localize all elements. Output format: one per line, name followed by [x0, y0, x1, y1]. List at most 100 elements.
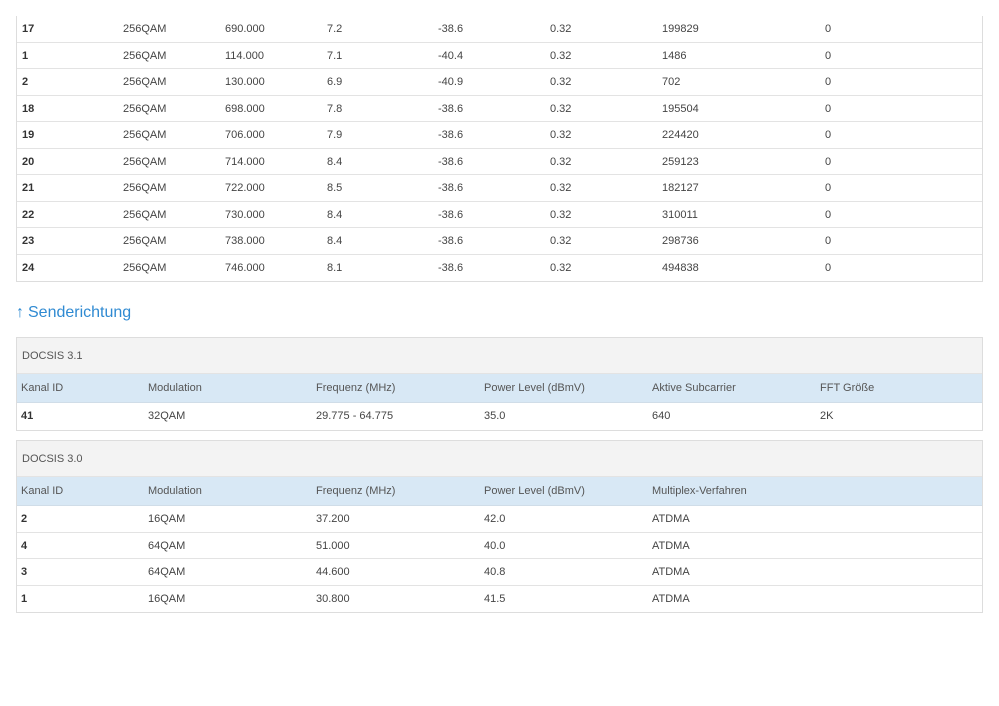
- table-cell: 746.000: [225, 261, 265, 274]
- table-cell: 0.32: [550, 235, 572, 247]
- table-cell: 8.4: [327, 208, 343, 221]
- table-cell: 738.000: [225, 235, 265, 247]
- table-cell: 0: [825, 23, 832, 35]
- table-cell: 7.2: [327, 23, 343, 35]
- table-cell: 8.4: [327, 155, 343, 168]
- section-title-upstream: ↑ Senderichtung: [16, 302, 131, 324]
- channel-id-cell: 22: [22, 208, 35, 221]
- channel-id-cell: 1: [21, 592, 28, 605]
- table-cell: 7.8: [327, 102, 343, 115]
- table-cell: 256QAM: [123, 208, 167, 221]
- section-title-text: Senderichtung: [28, 304, 132, 321]
- table-cell: 16QAM: [148, 513, 186, 525]
- channel-id-cell: 18: [22, 102, 35, 115]
- column-header: Kanal ID: [21, 382, 64, 394]
- channel-id-cell: 3: [21, 566, 28, 578]
- column-header: Aktive Subcarrier: [652, 382, 736, 394]
- table-cell: 698.000: [225, 102, 265, 115]
- table-cell: 7.9: [327, 129, 343, 141]
- table-row: 1 256QAM 114.000 7.1 -40.4 0.32 1486 0: [17, 43, 982, 69]
- table-cell: 35.0: [484, 410, 506, 422]
- channel-id-cell: 2: [22, 76, 29, 88]
- arrow-up-icon: ↑: [16, 304, 24, 321]
- table-cell: 41.5: [484, 592, 506, 605]
- table-cell: 0.32: [550, 261, 572, 274]
- table-cell: 8.5: [327, 182, 343, 194]
- table-row: 24 256QAM 746.000 8.1 -38.6 0.32 494838 0: [17, 255, 982, 282]
- table-cell: 256QAM: [123, 49, 167, 62]
- table-row: 3 64QAM 44.600 40.8 ATDMA: [17, 559, 982, 586]
- table-cell: 51.000: [316, 539, 350, 552]
- downstream-table: 17 256QAM 690.000 7.2 -38.6 0.32 199829 0 1 256QA…: [16, 16, 983, 282]
- table-cell: -38.6: [438, 182, 464, 194]
- table-cell: 690.000: [225, 23, 265, 35]
- table-cell: 114.000: [225, 49, 264, 62]
- table-cell: 0: [825, 235, 832, 247]
- table-cell: 29.775 - 64.775: [316, 410, 394, 422]
- channel-id-cell: 4: [21, 539, 28, 552]
- docsis30-panel: DOCSIS 3.0 Kanal ID Modulation Frequenz (M…: [16, 440, 983, 613]
- table-cell: 30.800: [316, 592, 350, 605]
- table-cell: 0.32: [550, 129, 572, 141]
- table-row: 23 256QAM 738.000 8.4 -38.6 0.32 298736 0: [17, 228, 982, 255]
- table-cell: -38.6: [438, 23, 464, 35]
- table-cell: ATDMA: [652, 539, 690, 552]
- column-header: Kanal ID: [21, 485, 64, 497]
- table-row: 19 256QAM 706.000 7.9 -38.6 0.32 224420 0: [17, 122, 982, 149]
- table-cell: 8.4: [327, 235, 343, 247]
- table-cell: 256QAM: [123, 182, 167, 194]
- channel-id-cell: 21: [22, 182, 35, 194]
- table-cell: 64QAM: [148, 539, 186, 552]
- channel-id-cell: 23: [22, 235, 35, 247]
- column-header: Frequenz (MHz): [316, 382, 396, 394]
- table-cell: 130.000: [225, 76, 265, 88]
- table-cell: -38.6: [438, 155, 464, 168]
- table-row: 17 256QAM 690.000 7.2 -38.6 0.32 199829 0: [17, 16, 982, 43]
- table-cell: 182127: [662, 182, 699, 194]
- channel-id-cell: 41: [21, 410, 34, 422]
- column-header: FFT Größe: [820, 382, 875, 394]
- table-cell: 2K: [820, 410, 834, 422]
- channel-id-cell: 1: [22, 49, 29, 62]
- column-header: Power Level (dBmV): [484, 485, 585, 497]
- table-row: 21 256QAM 722.000 8.5 -38.6 0.32 182127 0: [17, 175, 982, 202]
- table-cell: 195504: [662, 102, 699, 115]
- table-cell: 310011: [662, 208, 698, 221]
- channel-id-cell: 2: [21, 513, 28, 525]
- table-cell: 0.32: [550, 155, 572, 168]
- table-cell: 706.000: [225, 129, 265, 141]
- table-cell: 256QAM: [123, 102, 167, 115]
- table-cell: -38.6: [438, 129, 464, 141]
- table-cell: 714.000: [225, 155, 265, 168]
- table-cell: 298736: [662, 235, 699, 247]
- column-header: Modulation: [148, 485, 202, 497]
- table-cell: -38.6: [438, 261, 464, 274]
- docsis30-body: 2 16QAM 37.200 42.0 ATDMA 4 64QAM 51.000 40.0 ATD…: [17, 506, 982, 612]
- table-cell: 16QAM: [148, 592, 186, 605]
- table-cell: 256QAM: [123, 129, 167, 141]
- table-row: 1 16QAM 30.800 41.5 ATDMA: [17, 586, 982, 613]
- table-cell: 0: [825, 155, 832, 168]
- table-cell: 256QAM: [123, 23, 167, 35]
- table-cell: 6.9: [327, 76, 343, 88]
- table-cell: 256QAM: [123, 261, 167, 274]
- table-cell: 0.32: [550, 102, 572, 115]
- table-cell: 199829: [662, 23, 699, 35]
- docsis31-heading: DOCSIS 3.1: [17, 338, 982, 374]
- docsis31-header-row: Kanal ID Modulation Frequenz (MHz) Power Le…: [17, 374, 982, 403]
- table-row: 18 256QAM 698.000 7.8 -38.6 0.32 195504 0: [17, 96, 982, 122]
- docsis30-header-row: Kanal ID Modulation Frequenz (MHz) Power Le…: [17, 477, 982, 506]
- table-cell: 8.1: [327, 261, 343, 274]
- docsis30-heading: DOCSIS 3.0: [17, 441, 982, 477]
- docsis31-panel: DOCSIS 3.1 Kanal ID Modulation Frequenz (M…: [16, 337, 983, 431]
- table-cell: 0: [825, 261, 832, 274]
- column-header: Power Level (dBmV): [484, 382, 585, 394]
- table-cell: 256QAM: [123, 76, 167, 88]
- table-cell: 494838: [662, 261, 699, 274]
- table-cell: 256QAM: [123, 235, 167, 247]
- table-cell: 0: [825, 208, 832, 221]
- table-cell: 1486: [662, 49, 687, 62]
- table-cell: 640: [652, 410, 671, 422]
- table-row: 20 256QAM 714.000 8.4 -38.6 0.32 259123 0: [17, 149, 982, 175]
- table-cell: 722.000: [225, 182, 265, 194]
